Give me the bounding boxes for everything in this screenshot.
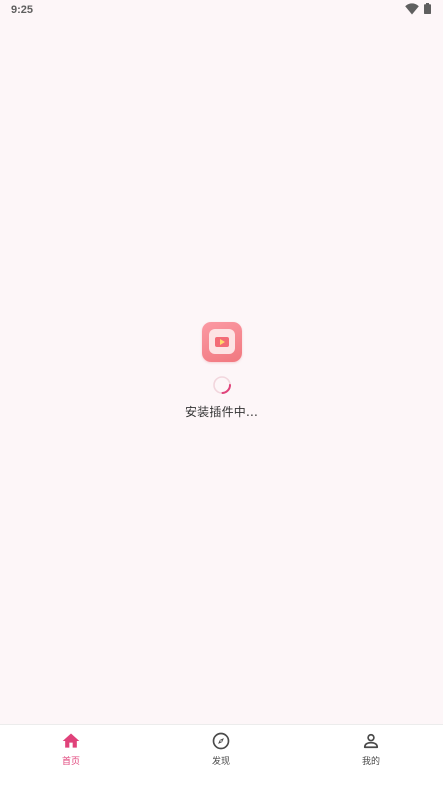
wifi-icon — [405, 3, 419, 15]
loading-panel: 安装插件中... — [0, 322, 443, 420]
status-time: 9:25 — [11, 4, 34, 16]
app-logo-inner — [208, 329, 235, 354]
nav-label-discover: 发现 — [211, 757, 230, 767]
nav-label-home: 首页 — [61, 757, 80, 767]
nav-item-mine[interactable]: 我的 — [331, 731, 411, 767]
compass-icon — [212, 732, 230, 750]
nav-item-discover[interactable]: 发现 — [181, 731, 261, 767]
status-bar: 9:25 — [0, 0, 443, 22]
person-icon — [363, 733, 379, 749]
loading-spinner-icon — [212, 376, 231, 394]
loading-text: 安装插件中... — [184, 405, 259, 419]
nav-label-mine: 我的 — [361, 757, 380, 767]
home-icon — [62, 733, 80, 748]
play-icon — [219, 339, 225, 345]
bottom-nav: 首页 发现 我的 — [0, 724, 443, 789]
battery-icon — [424, 3, 431, 14]
nav-item-home[interactable]: 首页 — [31, 731, 111, 767]
app-logo-icon — [201, 322, 242, 362]
